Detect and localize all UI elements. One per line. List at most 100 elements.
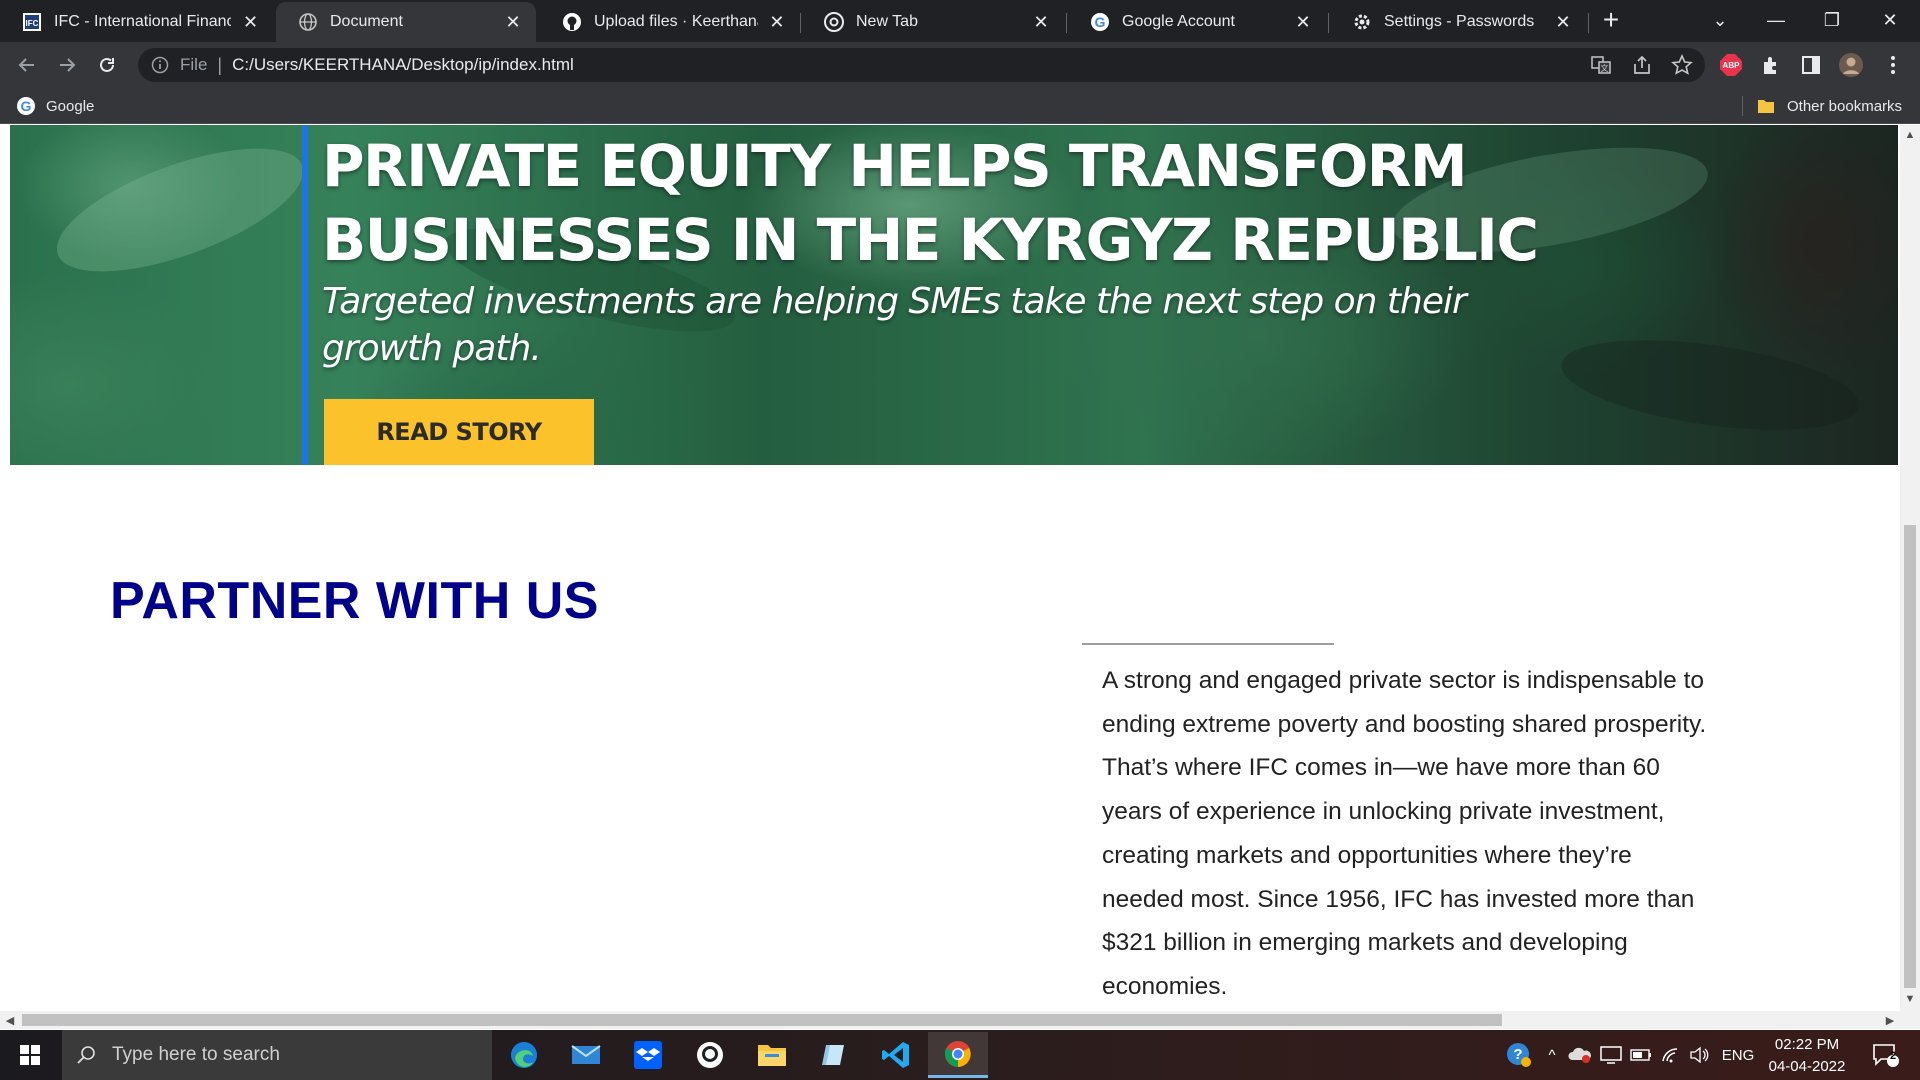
restore-button[interactable]: ❐: [1804, 0, 1860, 40]
github-desktop-icon[interactable]: [680, 1032, 740, 1078]
google-icon: G: [16, 96, 36, 116]
bookmark-google[interactable]: G Google: [16, 94, 94, 118]
tab-separator: [800, 13, 801, 33]
edge-icon[interactable]: [494, 1032, 554, 1078]
extensions-puzzle-icon[interactable]: [1758, 52, 1784, 78]
forward-arrow-icon[interactable]: [52, 50, 82, 80]
mail-icon[interactable]: [556, 1032, 616, 1078]
info-icon[interactable]: [150, 55, 170, 75]
hero-subtitle: Targeted investments are helping SMEs ta…: [322, 278, 1502, 372]
dropbox-icon[interactable]: [618, 1032, 678, 1078]
tab-new-tab[interactable]: New Tab ✕: [802, 2, 1064, 42]
battery-icon[interactable]: [1628, 1040, 1654, 1070]
hero-title-line: BUSINESSES IN THE KYRGYZ REPUBLIC: [322, 206, 1539, 274]
other-bookmarks-label: Other bookmarks: [1787, 97, 1903, 115]
minimize-button[interactable]: —: [1748, 0, 1804, 40]
tab-document[interactable]: Document ✕: [276, 2, 536, 42]
chrome-icon: [824, 12, 844, 32]
show-hidden-icons-chevron-icon[interactable]: ^: [1540, 1040, 1564, 1070]
notepad-icon[interactable]: [804, 1032, 864, 1078]
vertical-scroll-thumb[interactable]: [1904, 525, 1916, 988]
close-tab-icon[interactable]: ✕: [1030, 11, 1052, 33]
chrome-taskbar-icon[interactable]: [928, 1032, 988, 1078]
clock-date: 04-04-2022: [1768, 1058, 1846, 1075]
tab-separator: [1066, 13, 1067, 33]
translate-icon[interactable]: 文: [1588, 52, 1614, 78]
side-panel-icon[interactable]: [1798, 52, 1824, 78]
tab-separator: [1328, 13, 1329, 33]
windows-start-icon[interactable]: [0, 1030, 60, 1080]
adblock-icon[interactable]: ABP: [1718, 52, 1744, 78]
other-bookmarks[interactable]: Other bookmarks: [1757, 94, 1902, 118]
horizontal-scroll-thumb[interactable]: [22, 1014, 1502, 1026]
scroll-down-arrow-icon[interactable]: ▼: [1900, 992, 1920, 1006]
paragraph-line: creating markets and opportunities where…: [1102, 841, 1632, 869]
tab-google-account[interactable]: G Google Account ✕: [1068, 2, 1326, 42]
profile-avatar[interactable]: [1838, 52, 1864, 78]
ifc-logo-icon: IFC: [22, 12, 42, 32]
github-icon: [562, 12, 582, 32]
paragraph-line: needed most. Since 1956, IFC has investe…: [1102, 885, 1695, 913]
url-text[interactable]: C:/Users/KEERTHANA/Desktop/ip/index.html: [232, 55, 574, 75]
close-tab-icon[interactable]: ✕: [768, 11, 786, 33]
scroll-up-arrow-icon[interactable]: ▲: [1900, 128, 1920, 142]
menu-kebab-icon[interactable]: [1880, 52, 1906, 78]
address-bar[interactable]: File | C:/Users/KEERTHANA/Desktop/ip/ind…: [138, 48, 1705, 82]
taskbar-search-box[interactable]: Type here to search: [62, 1030, 492, 1080]
tab-github-upload[interactable]: Upload files · Keerthana-29/ ✕: [540, 2, 798, 42]
close-tab-icon[interactable]: ✕: [1552, 11, 1574, 33]
partner-heading: PARTNER WITH US: [110, 572, 599, 630]
back-arrow-icon[interactable]: [12, 50, 42, 80]
hero-accent-bar: [302, 125, 308, 465]
close-window-button[interactable]: ✕: [1862, 0, 1918, 40]
search-icon: [76, 1045, 96, 1065]
hero-subtitle-line: Targeted investments are helping SMEs ta…: [322, 281, 1467, 322]
file-explorer-icon[interactable]: [742, 1032, 802, 1078]
notifications-icon[interactable]: 2: [1866, 1040, 1906, 1070]
tab-title: Upload files · Keerthana-29/: [594, 13, 758, 30]
folder-icon: [1757, 98, 1775, 114]
tab-title: New Tab: [856, 13, 918, 30]
share-icon[interactable]: [1629, 52, 1655, 78]
tab-title: IFC - International Finance C: [54, 13, 232, 30]
tab-ifc[interactable]: IFC IFC - International Finance C ✕: [0, 2, 272, 42]
new-tab-button[interactable]: +: [1584, 0, 1638, 40]
paragraph-line: That’s where IFC comes in—we have more t…: [1102, 754, 1660, 782]
hero-title: PRIVATE EQUITY HELPS TRANSFORM BUSINESSE…: [322, 129, 1622, 277]
bookmark-label: Google: [46, 97, 95, 115]
paragraph-line: ending extreme poverty and boosting shar…: [1102, 710, 1707, 738]
wifi-icon[interactable]: [1658, 1040, 1684, 1070]
onedrive-error-icon[interactable]: [1566, 1040, 1594, 1070]
scroll-right-arrow-icon[interactable]: ▶: [1882, 1012, 1898, 1028]
notification-count: 2: [1890, 1050, 1897, 1062]
taskbar-clock[interactable]: 02:22 PM 04-04-2022: [1762, 1034, 1852, 1078]
bookmarks-divider: [1742, 96, 1743, 116]
tab-title: Google Account: [1122, 13, 1235, 30]
section-divider: [1082, 643, 1334, 645]
scroll-left-arrow-icon[interactable]: ◀: [2, 1012, 18, 1028]
vscode-icon[interactable]: [866, 1032, 926, 1078]
svg-text:G: G: [21, 98, 32, 114]
svg-text:G: G: [1095, 14, 1106, 30]
display-icon[interactable]: [1598, 1040, 1624, 1070]
svg-text:?: ?: [1513, 1046, 1522, 1063]
gear-icon: [1352, 12, 1372, 32]
hero-subtitle-line: growth path.: [322, 328, 542, 369]
paragraph-line: years of experience in unlocking private…: [1102, 798, 1665, 826]
close-tab-icon[interactable]: ✕: [241, 11, 260, 33]
hero-title-line: PRIVATE EQUITY HELPS TRANSFORM: [322, 132, 1468, 200]
read-story-button[interactable]: READ STORY: [324, 399, 594, 465]
volume-icon[interactable]: [1686, 1040, 1712, 1070]
close-tab-icon[interactable]: ✕: [1292, 11, 1314, 33]
svg-text:ABP: ABP: [1723, 61, 1741, 70]
help-icon[interactable]: ?: [1502, 1040, 1536, 1070]
language-indicator[interactable]: ENG: [1718, 1040, 1758, 1070]
reload-icon[interactable]: [92, 50, 122, 80]
bookmark-star-icon[interactable]: [1669, 52, 1695, 78]
partner-paragraph: A strong and engaged private sector is i…: [1102, 659, 1742, 1009]
tab-search-chevron-icon[interactable]: ⌄: [1692, 0, 1748, 40]
paragraph-line: $321 billion in emerging markets and dev…: [1102, 929, 1628, 957]
tab-settings-passwords[interactable]: Settings - Passwords ✕: [1330, 2, 1586, 42]
close-tab-icon[interactable]: ✕: [502, 11, 524, 33]
google-icon: G: [1090, 12, 1110, 32]
